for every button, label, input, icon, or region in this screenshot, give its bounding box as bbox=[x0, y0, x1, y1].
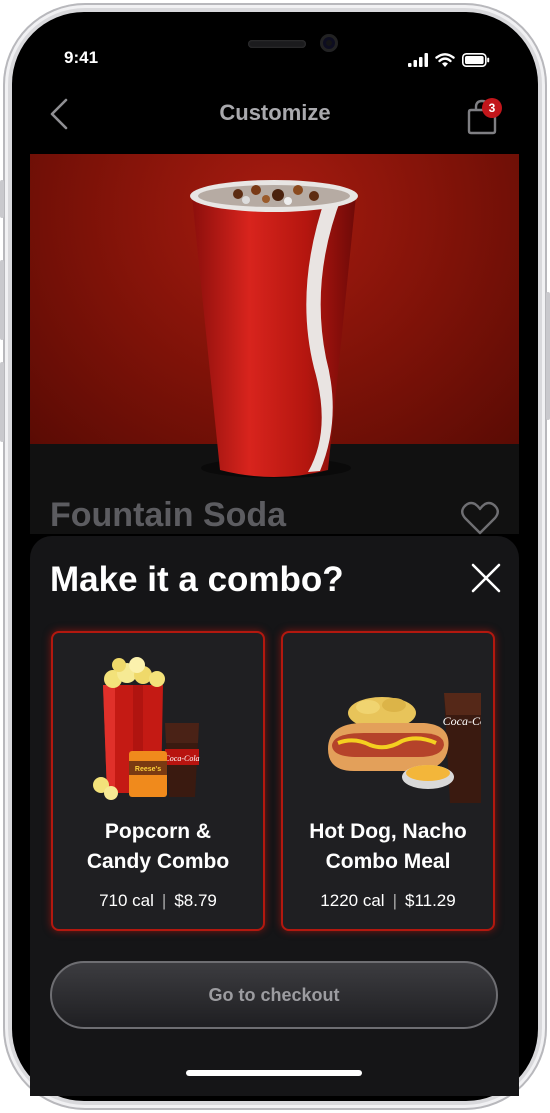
heart-icon[interactable] bbox=[460, 500, 500, 536]
hotdog-nacho-combo-image: Coca-Cola bbox=[328, 693, 481, 803]
meta-separator: | bbox=[161, 891, 167, 910]
combo-title-line-2: Candy Combo bbox=[86, 850, 230, 873]
combo-title-line-1: Popcorn & bbox=[104, 820, 212, 843]
wifi-icon bbox=[435, 52, 455, 67]
cart-count-badge: 3 bbox=[482, 98, 502, 118]
close-icon[interactable] bbox=[468, 560, 504, 596]
volume-down-button bbox=[0, 362, 4, 442]
combo-meta: 710 cal | $8.79 bbox=[53, 891, 263, 911]
candy-logo-text: Reese's bbox=[135, 766, 161, 773]
combo-calories: 1220 cal bbox=[320, 891, 385, 910]
combo-title: Hot Dog, Nacho Combo Meal bbox=[283, 817, 493, 877]
combo-price: $8.79 bbox=[174, 891, 217, 910]
status-icons bbox=[408, 52, 490, 68]
cola-logo-text: Coca-Cola bbox=[443, 714, 481, 728]
combo-calories: 710 cal bbox=[99, 891, 154, 910]
sheet-title: Make it a combo? bbox=[50, 560, 344, 599]
combo-title-line-2: Combo Meal bbox=[325, 850, 451, 873]
signal-icon bbox=[408, 53, 428, 67]
combo-title: Popcorn & Candy Combo bbox=[53, 817, 263, 877]
front-camera bbox=[320, 34, 338, 52]
status-time: 9:41 bbox=[64, 48, 99, 67]
go-to-checkout-button[interactable]: Go to checkout bbox=[50, 961, 498, 1029]
popcorn-candy-combo-image: Coca-Cola Reese's bbox=[93, 657, 200, 800]
cola-logo-text: Coca-Cola bbox=[164, 754, 199, 763]
home-indicator[interactable] bbox=[186, 1070, 362, 1076]
combo-card-hotdog-nacho[interactable]: Coca-Cola Hot Dog, Nacho Combo Meal 1220… bbox=[281, 631, 495, 931]
action-button bbox=[0, 180, 4, 218]
speaker-grille bbox=[248, 40, 306, 48]
fountain-soda-image bbox=[190, 180, 358, 478]
product-name: Fountain Soda bbox=[50, 496, 287, 534]
battery-icon bbox=[462, 53, 490, 67]
combo-meta: 1220 cal | $11.29 bbox=[283, 891, 493, 911]
combo-price: $11.29 bbox=[404, 891, 456, 910]
combo-title-line-1: Hot Dog, Nacho bbox=[309, 820, 467, 843]
combo-card-popcorn-candy[interactable]: Coca-Cola Reese's Popcorn & Candy Combo … bbox=[51, 631, 265, 931]
meta-separator: | bbox=[392, 891, 397, 910]
power-button bbox=[546, 292, 550, 420]
volume-up-button bbox=[0, 260, 4, 340]
